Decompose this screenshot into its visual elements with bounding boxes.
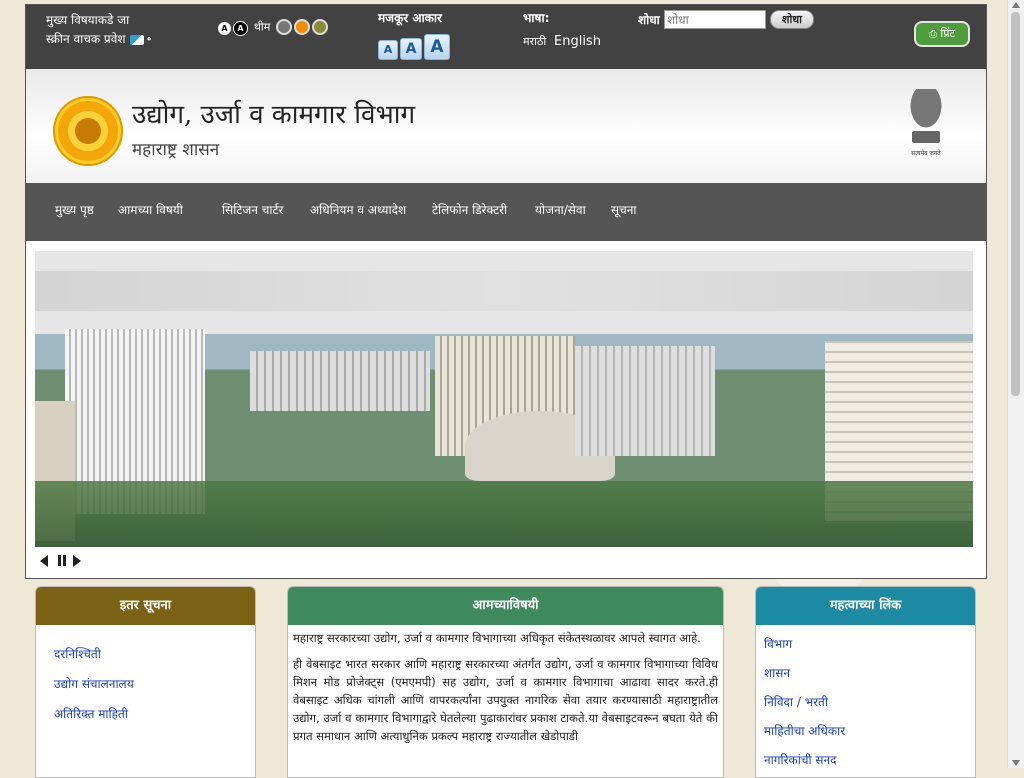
about-us-body: महाराष्ट्र सरकारच्या उद्योग, उर्जा व काम… [288,625,723,745]
language-label: भाषा: [523,11,550,25]
main-navigation: मुख्य पृष्ठ आमच्या विषयी सिटिजन चार्टर अ… [26,183,986,241]
other-notices-title: इतर सूचना [36,587,255,625]
speaker-icon [129,34,144,45]
site-header: उद्योग, उर्जा व कामगार विभाग महाराष्ट्र … [26,69,986,183]
nav-schemes-services[interactable]: योजना/सेवा [535,201,586,218]
nav-citizen-charter[interactable]: सिटिजन चार्टर [222,201,283,218]
theme-orange-button[interactable] [294,19,311,35]
slider-next-icon[interactable] [73,555,81,567]
contrast-normal-button[interactable]: A [218,21,231,35]
language-selector: भाषा: मराठी English [523,9,601,49]
link-citizen-charter[interactable]: नागरिकांची सनद [764,753,837,767]
theme-olive-button[interactable] [312,19,329,35]
lang-marathi-link[interactable]: मराठी [523,35,546,48]
text-size-normal-button[interactable]: A [400,38,422,60]
scroll-down-arrow-icon[interactable] [1012,760,1020,766]
theme-grey-button[interactable] [276,19,293,35]
image-slider [35,251,973,547]
about-us-panel: आमच्याविषयी महाराष्ट्र सरकारच्या उद्योग,… [287,586,724,778]
lang-english-link[interactable]: English [554,34,601,49]
link-department[interactable]: विभाग [764,637,792,651]
page-container: मुख्य विषयाकडे जा स्क्रीन वाचक प्रवेश ॰ … [25,4,987,579]
skip-links: मुख्य विषयाकडे जा स्क्रीन वाचक प्रवेश ॰ [46,11,151,50]
about-us-paragraph-1: महाराष्ट्र सरकारच्या उद्योग, उर्जा व काम… [293,631,701,645]
list-item: माहितीचा अधिकार [764,720,845,739]
list-item: दरनिश्चिती [54,643,101,662]
lion-capital-icon [908,89,944,131]
nav-home[interactable]: मुख्य पृष्ठ [55,201,94,218]
printer-icon: ⎙ [928,29,937,40]
list-item: नागरिकांची सनद [764,749,837,768]
nav-notices[interactable]: सूचना [611,201,637,218]
link-industries-directorate[interactable]: उद्योग संचालनालय [54,677,134,691]
theme-switcher: AA थीम [218,19,329,36]
scroll-thumb[interactable] [1011,12,1020,396]
emblem-motto: सत्यमेव जयते [911,150,941,157]
slider-controls [40,555,100,569]
link-right-to-information[interactable]: माहितीचा अधिकार [764,724,845,738]
government-subtitle: महाराष्ट्र शासन [132,140,220,160]
screen-reader-label: स्क्रीन वाचक प्रवेश [46,32,126,46]
search-label: शोधा [638,13,660,27]
important-links-title: महत्वाच्या लिंक [756,587,975,625]
text-size-control: मजकूर आकार AAA [378,9,452,60]
print-label: प्रिंट [940,27,956,40]
nav-telephone-directory[interactable]: टेलिफोन डिरेक्टरी [432,201,507,218]
list-item: शासन [764,662,790,681]
link-rate-fixation[interactable]: दरनिश्चिती [54,647,101,661]
text-size-increase-button[interactable]: A [424,34,450,60]
print-button[interactable]: ⎙ प्रिंट [914,21,970,47]
slider-pause-icon[interactable] [58,555,66,566]
slider-photo-mumbai-cityscape [35,251,973,547]
list-item: उद्योग संचालनालय [54,673,134,692]
department-title: उद्योग, उर्जा व कामगार विभाग [132,100,416,130]
page-scrollbar[interactable] [1007,0,1024,768]
search-input[interactable] [664,10,766,29]
contrast-high-button[interactable]: A [233,20,248,36]
search-button[interactable]: शोधा [770,10,814,29]
maharashtra-seal-logo[interactable] [53,96,123,166]
list-item: अतिरिक्त माहिती [54,703,128,722]
link-additional-info[interactable]: अतिरिक्त माहिती [54,707,128,721]
scroll-up-arrow-icon[interactable] [1012,2,1020,8]
text-size-decrease-button[interactable]: A [378,40,398,60]
emblem-base [912,131,940,143]
skip-to-main-link[interactable]: मुख्य विषयाकडे जा [46,11,151,30]
list-item: निविदा / भरती [764,691,828,710]
nav-acts-ordinances[interactable]: अधिनियम व अध्यादेश [310,201,406,218]
national-emblem-logo: सत्यमेव जयते [902,89,950,165]
link-tenders-recruitment[interactable]: निविदा / भरती [764,695,828,709]
about-us-paragraph-2: ही वेबसाइट भारत सरकार आणि महाराष्ट्र सरक… [293,657,718,743]
other-notices-panel: इतर सूचना दरनिश्चिती उद्योग संचालनालय अत… [35,586,256,778]
link-government[interactable]: शासन [764,666,790,680]
slider-prev-icon[interactable] [40,555,48,567]
screen-reader-link[interactable]: स्क्रीन वाचक प्रवेश ॰ [46,30,151,50]
list-item: विभाग [764,633,792,652]
accessibility-toolbar: मुख्य विषयाकडे जा स्क्रीन वाचक प्रवेश ॰ … [26,5,986,69]
text-size-label: मजकूर आकार [378,11,442,25]
important-links-panel: महत्वाच्या लिंक विभाग शासन निविदा / भरती… [755,586,976,778]
about-us-title: आमच्याविषयी [288,587,723,625]
nav-about-us[interactable]: आमच्या विषयी [118,201,183,218]
theme-label: थीम [253,20,271,34]
